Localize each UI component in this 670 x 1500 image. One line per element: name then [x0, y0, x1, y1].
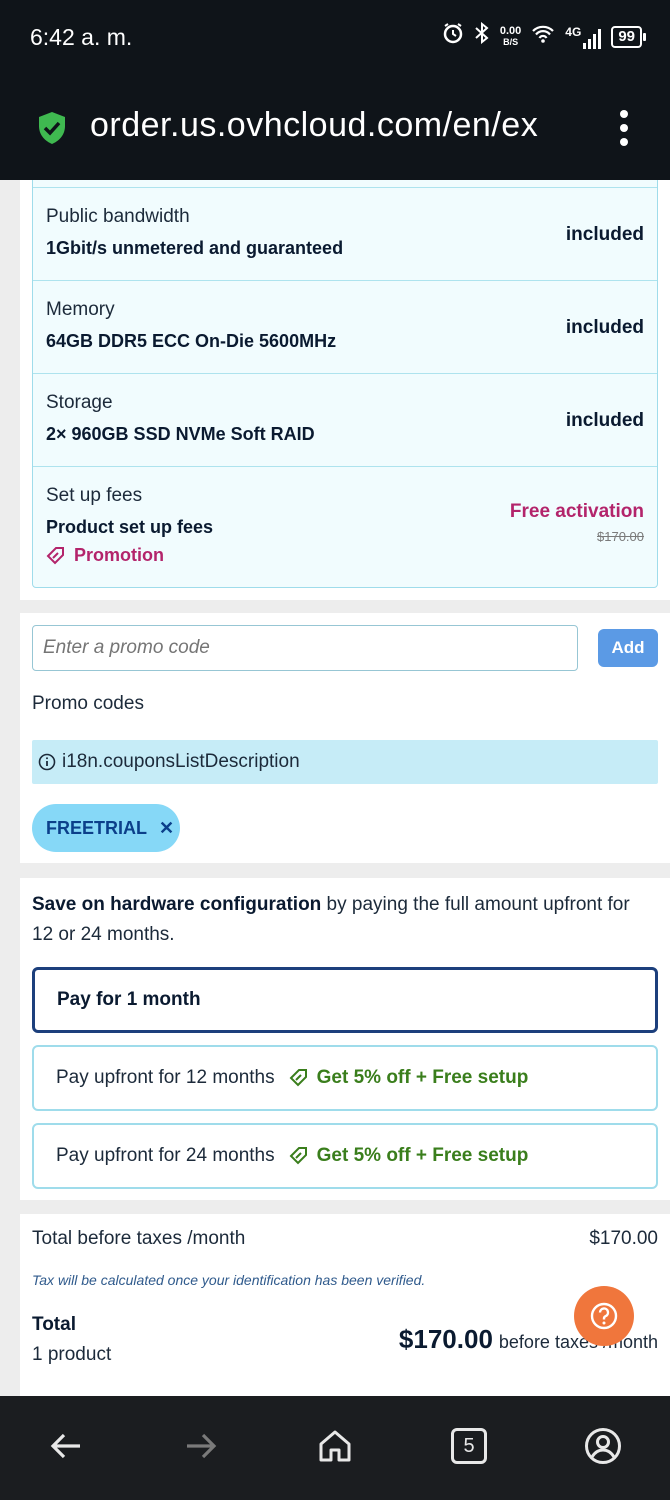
- config-row-label: Memory: [46, 299, 115, 320]
- add-promo-button[interactable]: Add: [598, 629, 658, 667]
- home-icon[interactable]: [315, 1426, 355, 1466]
- forward-icon[interactable]: [181, 1426, 221, 1466]
- alarm-icon: [442, 22, 464, 51]
- promo-info-text: i18n.couponsListDescription: [62, 751, 300, 772]
- tag-icon: [289, 1069, 307, 1087]
- network-type: 4G: [565, 24, 582, 39]
- free-activation-label: Free activation: [509, 501, 644, 522]
- promo-code-input[interactable]: [32, 625, 578, 671]
- config-row-label: Public bandwidth: [46, 206, 190, 227]
- configuration-summary: Public bandwidth 1Gbit/s unmetered and g…: [32, 180, 658, 588]
- config-row-label: Storage: [46, 392, 113, 413]
- billing-deal-text: Get 5% off + Free setup: [316, 1067, 529, 1088]
- total-title: Total: [32, 1314, 76, 1335]
- tax-note: Tax will be calculated once your identif…: [32, 1272, 426, 1288]
- config-row-storage: Storage 2× 960GB SSD NVMe Soft RAID incl…: [33, 373, 657, 466]
- billing-intro-bold: Save on hardware configuration: [32, 894, 322, 915]
- account-icon[interactable]: [583, 1426, 623, 1466]
- billing-option-1-month[interactable]: Pay for 1 month: [32, 967, 658, 1033]
- config-row-bandwidth: Public bandwidth 1Gbit/s unmetered and g…: [33, 187, 657, 280]
- config-row-value: 2× 960GB SSD NVMe Soft RAID: [46, 424, 315, 444]
- url-text[interactable]: order.us.ovhcloud.com/en/ex: [90, 106, 580, 145]
- status-time: 6:42 a. m.: [30, 24, 133, 50]
- help-button[interactable]: [574, 1286, 634, 1346]
- tabs-icon[interactable]: 5: [449, 1426, 489, 1466]
- total-before-taxes-value: $170.00: [589, 1228, 658, 1249]
- page-content: Public bandwidth 1Gbit/s unmetered and g…: [0, 180, 670, 1396]
- billing-deal: Get 5% off + Free setup: [289, 1067, 529, 1089]
- info-icon: [38, 753, 56, 771]
- browser-bottom-nav: 5: [0, 1396, 670, 1500]
- totals-card: Total before taxes /month $170.00 Tax wi…: [20, 1214, 670, 1396]
- config-row-setup: Set up fees Product set up fees Promotio…: [33, 466, 657, 586]
- promotion-label: Promotion: [74, 545, 164, 565]
- promo-codes-title: Promo codes: [32, 693, 144, 714]
- tag-icon: [289, 1147, 307, 1165]
- billing-options-card: Save on hardware configuration by paying…: [20, 878, 670, 1200]
- configuration-card: Public bandwidth 1Gbit/s unmetered and g…: [20, 180, 670, 600]
- billing-deal-text: Get 5% off + Free setup: [316, 1145, 529, 1166]
- billing-option-label: Pay upfront for 24 months: [56, 1145, 275, 1166]
- billing-option-label: Pay for 1 month: [57, 989, 201, 1010]
- billing-option-label: Pay upfront for 12 months: [56, 1067, 275, 1088]
- config-row-label: Set up fees: [46, 485, 143, 506]
- net-speed: 0.00 B/S: [499, 24, 522, 48]
- config-row-value: Product set up fees: [46, 517, 214, 537]
- tag-icon: [46, 546, 64, 564]
- billing-option-12-months[interactable]: Pay upfront for 12 months Get 5% off + F…: [32, 1045, 658, 1111]
- config-row-value: 1Gbit/s unmetered and guaranteed: [46, 238, 344, 258]
- billing-deal: Get 5% off + Free setup: [289, 1145, 529, 1167]
- wifi-icon: [531, 23, 555, 51]
- promotion-tag: Promotion: [46, 545, 164, 566]
- config-row-memory: Memory 64GB DDR5 ECC On-Die 5600MHz incl…: [33, 280, 657, 373]
- promo-card: Add Promo codes i18n.couponsListDescript…: [20, 613, 670, 863]
- net-speed-value: 0.00: [499, 24, 522, 37]
- net-speed-unit: B/S: [503, 36, 519, 47]
- battery-icon: 99: [611, 25, 646, 48]
- status-icons: 0.00 B/S 4G 99: [442, 21, 646, 51]
- browser-menu-icon[interactable]: [620, 110, 630, 148]
- config-row-price: included: [565, 410, 644, 431]
- applied-promo-chip: FREETRIAL ✕: [32, 804, 180, 852]
- total-amount-value: $170.00: [398, 1324, 493, 1354]
- signal-icon: 4G: [565, 24, 602, 49]
- applied-promo-code: FREETRIAL: [46, 817, 147, 838]
- status-bar: 6:42 a. m. 0.00 B/S 4G 99: [0, 0, 670, 76]
- billing-option-24-months[interactable]: Pay upfront for 24 months Get 5% off + F…: [32, 1123, 658, 1189]
- back-icon[interactable]: [46, 1426, 86, 1466]
- tab-count: 5: [451, 1428, 487, 1464]
- secure-shield-icon[interactable]: [36, 110, 68, 146]
- help-icon: [590, 1302, 618, 1330]
- original-setup-price: $170.00: [597, 529, 644, 544]
- product-count: 1 product: [32, 1344, 112, 1365]
- remove-promo-icon[interactable]: ✕: [159, 818, 174, 839]
- config-row-price: included: [565, 224, 644, 245]
- config-row-price: included: [565, 317, 644, 338]
- config-row-value: 64GB DDR5 ECC On-Die 5600MHz: [46, 331, 337, 351]
- promo-info-box: i18n.couponsListDescription: [32, 740, 658, 784]
- bluetooth-icon: [474, 21, 490, 51]
- browser-url-bar: order.us.ovhcloud.com/en/ex: [0, 76, 670, 180]
- total-before-taxes-label: Total before taxes /month: [32, 1228, 246, 1249]
- billing-intro: Save on hardware configuration by paying…: [32, 890, 652, 950]
